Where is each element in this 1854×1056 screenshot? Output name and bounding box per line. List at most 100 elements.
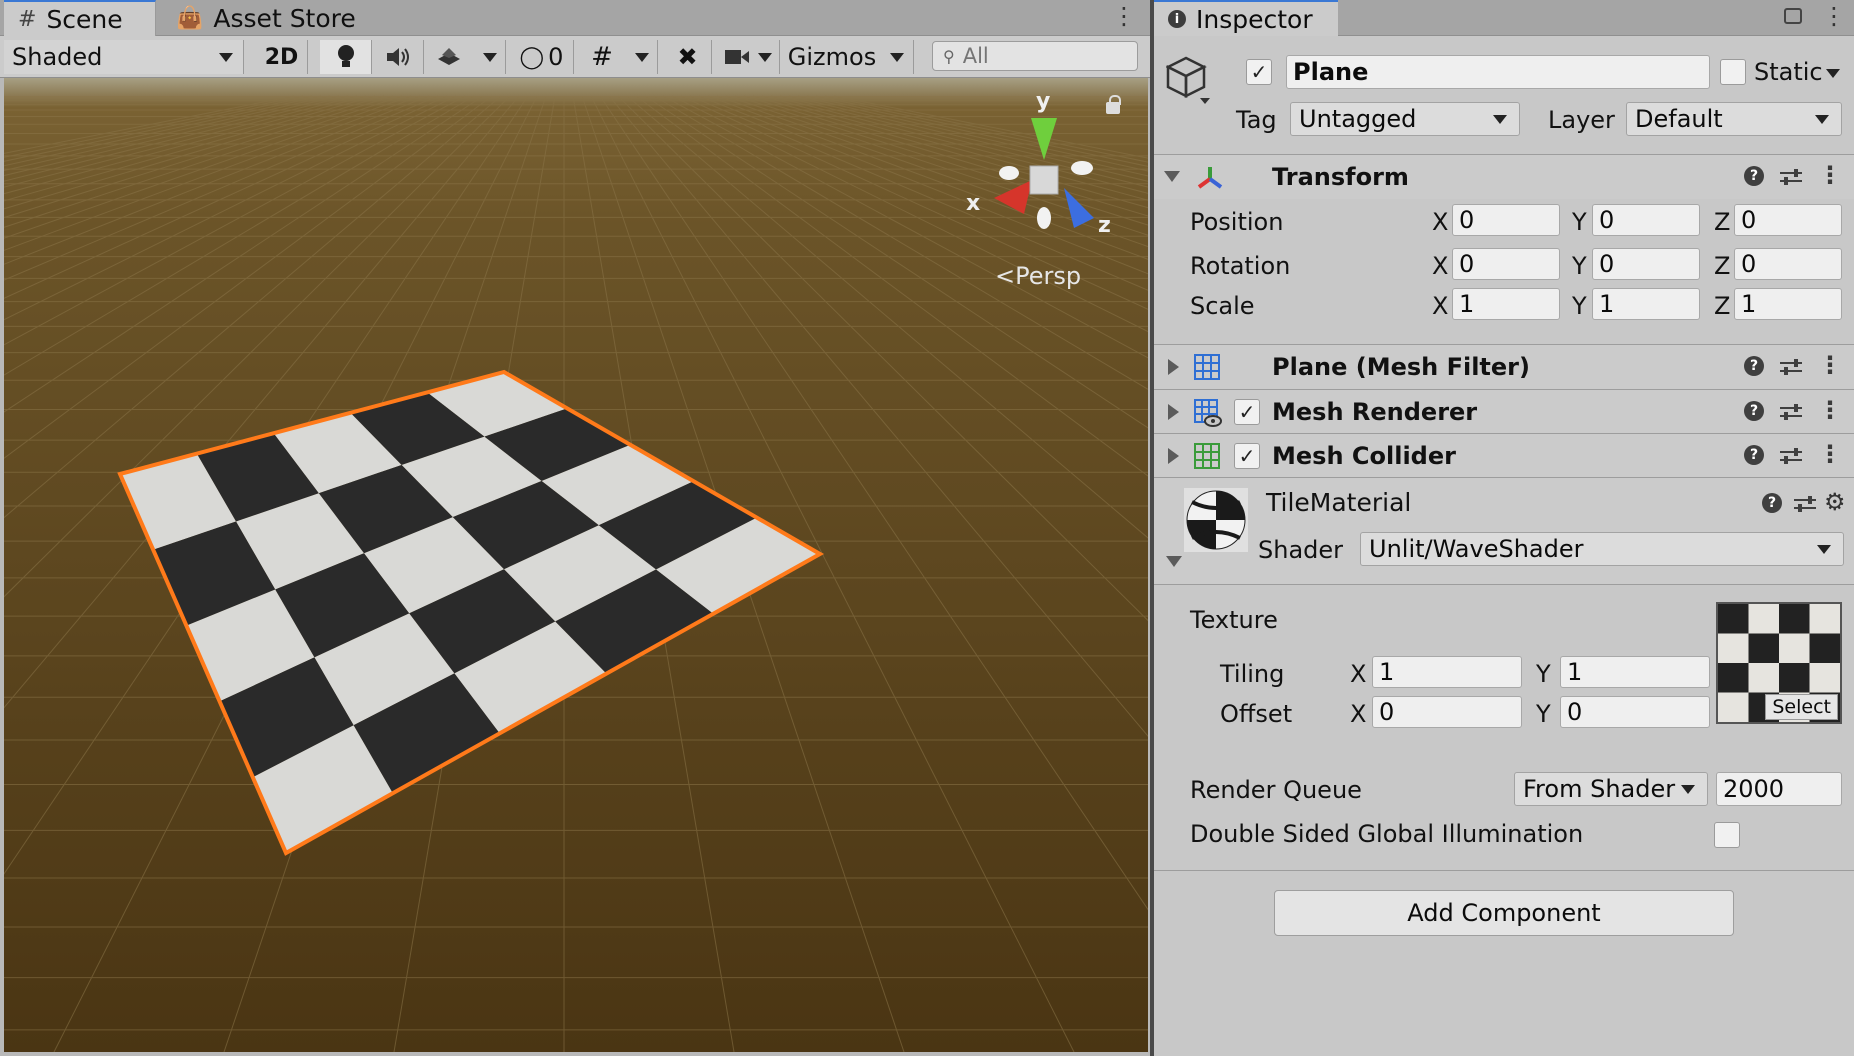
transform-y-input[interactable] [1599,250,1699,278]
transform-x-input[interactable] [1459,290,1559,318]
component-menu-icon[interactable]: ⋮ [1818,353,1842,377]
texture-select-button[interactable]: Select [1765,694,1838,720]
help-icon[interactable]: ? [1744,356,1764,376]
transform-z-field[interactable] [1734,204,1842,236]
transform-x-field[interactable] [1452,288,1560,320]
tab-inspector-label: Inspector [1196,4,1313,34]
inspector-lock-icon[interactable] [1784,8,1802,24]
offset-y-input[interactable] [1567,698,1709,726]
effects-dropdown[interactable] [474,40,506,74]
active-checkbox[interactable]: ✓ [1246,59,1272,85]
tab-asset-store[interactable]: 👜 Asset Store [162,0,370,36]
hidden-objects-toggle[interactable]: ◯ 0 [510,40,574,74]
render-queue-value-input[interactable] [1723,775,1841,803]
static-checkbox[interactable] [1720,59,1746,85]
foldout-right-icon[interactable] [1168,359,1179,375]
scene-panel-menu-icon[interactable]: ⋮ [1112,4,1136,28]
render-queue-value-field[interactable] [1716,772,1842,806]
component-menu-icon[interactable]: ⋮ [1818,398,1842,422]
scene-viewport[interactable]: y x z [4,78,1148,1052]
foldout-right-icon[interactable] [1168,448,1179,464]
scene-view-canvas[interactable]: y x z [4,78,1148,1052]
static-dropdown-icon[interactable] [1826,69,1840,78]
help-icon[interactable]: ? [1744,166,1764,186]
transform-x-field[interactable] [1452,204,1560,236]
presets-icon[interactable] [1780,357,1802,377]
transform-x-input[interactable] [1459,250,1559,278]
tab-inspector[interactable]: i Inspector [1154,0,1338,36]
transform-z-input[interactable] [1741,290,1841,318]
gizmo-neg-y[interactable] [1037,207,1051,229]
offset-x-input[interactable] [1379,698,1521,726]
shader-dropdown[interactable]: Unlit/WaveShader [1360,532,1844,566]
mesh-renderer-header[interactable]: ✓ Mesh Renderer ? ⋮ [1154,390,1854,434]
transform-y-field[interactable] [1592,288,1700,320]
transform-y-field[interactable] [1592,248,1700,280]
object-name-input[interactable] [1293,58,1709,86]
transform-x-input[interactable] [1459,206,1559,234]
transform-z-input[interactable] [1741,250,1841,278]
texture-slot[interactable]: Select [1716,602,1842,724]
projection-toggle[interactable]: <Persp [995,262,1081,290]
grid-toggle-button[interactable]: # [578,40,626,74]
mesh-filter-header[interactable]: Plane (Mesh Filter) ? ⋮ [1154,345,1854,389]
material-header[interactable]: TileMaterial ? ⚙ Shader Unlit/WaveShader [1154,478,1854,584]
transform-header[interactable]: Transform ? ⋮ [1154,155,1854,199]
double-sided-gi-checkbox[interactable] [1714,822,1740,848]
foldout-right-icon[interactable] [1168,404,1179,420]
gizmo-center-cube[interactable] [1029,165,1059,195]
camera-settings-button[interactable] [716,40,780,74]
gizmo-neg-x[interactable] [1071,161,1093,175]
tiling-y-input[interactable] [1567,658,1709,686]
foldout-down-icon[interactable] [1166,556,1182,567]
audio-toggle-button[interactable] [372,40,424,74]
effects-toggle-button[interactable] [424,40,474,74]
mesh-collider-header[interactable]: ✓ Mesh Collider ? ⋮ [1154,434,1854,478]
scene-search-input[interactable] [960,43,1121,69]
tag-dropdown[interactable]: Untagged [1290,102,1520,136]
shading-mode-dropdown[interactable]: Shaded [4,40,244,74]
presets-icon[interactable] [1780,167,1802,187]
component-menu-icon[interactable]: ⋮ [1818,163,1842,187]
component-menu-icon[interactable]: ⋮ [1818,442,1842,466]
presets-icon[interactable] [1780,446,1802,466]
help-icon[interactable]: ? [1744,445,1764,465]
transform-z-field[interactable] [1734,248,1842,280]
transform-y-field[interactable] [1592,204,1700,236]
transform-z-field[interactable] [1734,288,1842,320]
help-icon[interactable]: ? [1744,401,1764,421]
help-icon[interactable]: ? [1762,493,1782,513]
tiling-y-field[interactable] [1560,656,1710,688]
tab-scene[interactable]: # Scene [4,0,156,36]
presets-icon[interactable] [1780,402,1802,422]
gear-icon[interactable]: ⚙ [1824,488,1846,516]
add-component-button[interactable]: Add Component [1274,890,1734,936]
gizmos-button[interactable]: Gizmos [784,40,880,74]
mesh-renderer-enabled-checkbox[interactable]: ✓ [1234,399,1260,425]
offset-x-field[interactable] [1372,696,1522,728]
transform-y-input[interactable] [1599,206,1699,234]
tiling-x-input[interactable] [1379,658,1521,686]
layer-dropdown[interactable]: Default [1626,102,1842,136]
scene-search[interactable]: ⚲ [932,41,1138,71]
gizmos-dropdown[interactable] [880,40,914,74]
render-queue-dropdown[interactable]: From Shader [1514,772,1708,806]
scene-panel: # Scene 👜 Asset Store ⋮ Shaded 2D ◯ 0 # … [0,0,1150,1056]
transform-row-label: Rotation [1190,252,1291,280]
mesh-collider-enabled-checkbox[interactable]: ✓ [1234,443,1260,469]
transform-y-input[interactable] [1599,290,1699,318]
lighting-toggle-button[interactable] [320,40,372,74]
tiling-x-field[interactable] [1372,656,1522,688]
gizmo-neg-z[interactable] [999,166,1019,180]
tools-button[interactable]: ✖ [664,40,712,74]
inspector-menu-icon[interactable]: ⋮ [1822,4,1846,28]
grid-dropdown[interactable] [626,40,658,74]
transform-z-input[interactable] [1741,206,1841,234]
foldout-down-icon[interactable] [1164,171,1180,182]
lock-icon[interactable] [1106,95,1121,114]
object-name-field[interactable] [1286,55,1710,89]
transform-x-field[interactable] [1452,248,1560,280]
presets-icon[interactable] [1794,494,1816,514]
offset-y-field[interactable] [1560,696,1710,728]
toggle-2d-button[interactable]: 2D [256,40,308,74]
